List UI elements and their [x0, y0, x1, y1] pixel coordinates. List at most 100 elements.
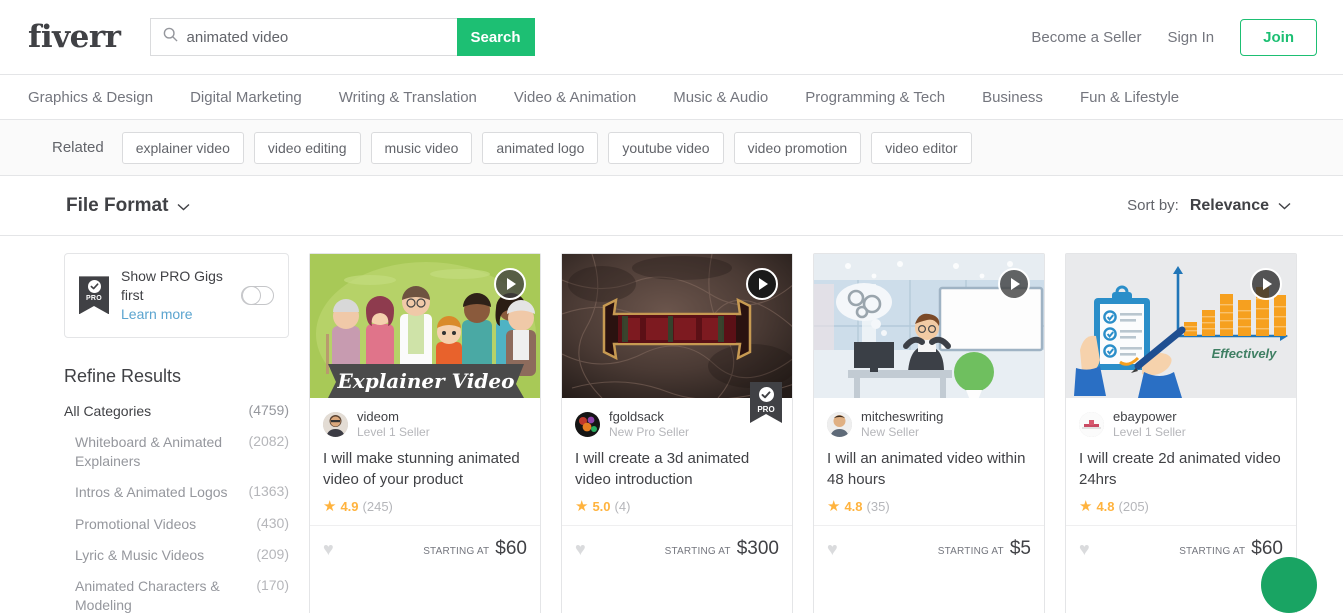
check-circle-icon	[88, 280, 101, 293]
become-a-seller-link[interactable]: Become a Seller	[1031, 29, 1141, 46]
search-button[interactable]: Search	[457, 18, 535, 56]
nav-digital-marketing[interactable]: Digital Marketing	[190, 89, 302, 106]
nav-video-animation[interactable]: Video & Animation	[514, 89, 636, 106]
show-pro-gigs-toggle[interactable]	[241, 286, 274, 305]
seller-level: Level 1 Seller	[1113, 425, 1186, 440]
learn-more-link[interactable]: Learn more	[121, 305, 229, 324]
gig-thumbnail[interactable]	[814, 254, 1044, 398]
gig-title[interactable]: I will create a 3d animated video introd…	[575, 449, 779, 490]
nav-writing-translation[interactable]: Writing & Translation	[339, 89, 477, 106]
play-icon[interactable]	[494, 268, 526, 300]
nav-fun-lifestyle[interactable]: Fun & Lifestyle	[1080, 89, 1179, 106]
thumb-caption: Effectively	[1212, 346, 1278, 361]
gig-card-body: mitcheswriting New Seller I will an anim…	[814, 398, 1044, 525]
seller-info[interactable]: mitcheswriting New Seller	[827, 409, 1031, 440]
category-name: Promotional Videos	[75, 515, 196, 533]
gig-results-grid: Explainer Video videom Level 1 Seller I …	[289, 253, 1297, 613]
category-name: Intros & Animated Logos	[75, 483, 228, 501]
rating-count: (35)	[867, 499, 890, 514]
pro-badge-icon: PRO	[79, 276, 109, 314]
play-icon[interactable]	[746, 268, 778, 300]
category-count: (2082)	[249, 433, 289, 449]
sidebar-item-animated-characters-modeling[interactable]: Animated Characters & Modeling (170)	[64, 577, 289, 613]
sidebar-item-all-categories[interactable]: All Categories (4759)	[64, 402, 289, 420]
sidebar-item-promotional-videos[interactable]: Promotional Videos (430)	[64, 515, 289, 533]
play-icon[interactable]	[1250, 268, 1282, 300]
price-block: STARTING AT $60	[1179, 538, 1283, 560]
join-button[interactable]: Join	[1240, 19, 1317, 56]
related-chip-video-promotion[interactable]: video promotion	[734, 132, 862, 164]
pro-badge-label: PRO	[757, 405, 774, 414]
gig-price: $60	[495, 538, 527, 560]
help-fab-button[interactable]	[1261, 557, 1317, 613]
sidebar-item-whiteboard-animated-explainers[interactable]: Whiteboard & Animated Explainers (2082)	[64, 433, 289, 470]
price-block: STARTING AT $5	[938, 538, 1031, 560]
related-chip-video-editing[interactable]: video editing	[254, 132, 361, 164]
heart-icon[interactable]: ♥	[575, 540, 586, 558]
rating-value: 4.8	[1096, 499, 1114, 514]
file-format-label: File Format	[66, 195, 168, 217]
fiverr-logo[interactable]: fiverr	[28, 19, 121, 55]
gig-card[interactable]: mitcheswriting New Seller I will an anim…	[813, 253, 1045, 613]
related-chip-music-video[interactable]: music video	[371, 132, 473, 164]
refine-results-heading: Refine Results	[64, 366, 289, 387]
gig-thumbnail[interactable]: Effectively	[1066, 254, 1296, 398]
play-icon[interactable]	[998, 268, 1030, 300]
search-icon	[163, 27, 178, 47]
nav-music-audio[interactable]: Music & Audio	[673, 89, 768, 106]
gig-card-footer: ♥ STARTING AT $300	[562, 525, 792, 571]
related-label: Related	[52, 139, 104, 156]
category-name: Lyric & Music Videos	[75, 546, 204, 564]
seller-meta: mitcheswriting New Seller	[861, 409, 943, 440]
rating-count: (4)	[615, 499, 631, 514]
gig-card[interactable]: Effectively	[1065, 253, 1297, 613]
nav-graphics-design[interactable]: Graphics & Design	[28, 89, 153, 106]
gig-card-body: videom Level 1 Seller I will make stunni…	[310, 398, 540, 525]
nav-programming-tech[interactable]: Programming & Tech	[805, 89, 945, 106]
seller-info[interactable]: ebaypower Level 1 Seller	[1079, 409, 1283, 440]
sort-by-label: Sort by:	[1127, 197, 1179, 214]
search-bar: Search	[150, 18, 535, 56]
check-circle-icon	[759, 387, 774, 402]
gig-title[interactable]: I will an animated video within 48 hours	[827, 449, 1031, 490]
heart-icon[interactable]: ♥	[323, 540, 334, 558]
heart-icon[interactable]: ♥	[827, 540, 838, 558]
gig-thumbnail[interactable]: Explainer Video	[310, 254, 540, 398]
sort-by-select[interactable]: Relevance	[1190, 197, 1291, 215]
rating-value: 4.9	[340, 499, 358, 514]
related-chip-video-editor[interactable]: video editor	[871, 132, 971, 164]
seller-info[interactable]: videom Level 1 Seller	[323, 409, 527, 440]
sidebar-item-lyric-music-videos[interactable]: Lyric & Music Videos (209)	[64, 546, 289, 564]
gig-title[interactable]: I will create 2d animated video 24hrs	[1079, 449, 1283, 490]
search-input[interactable]	[187, 29, 449, 46]
starting-at-label: STARTING AT	[1179, 546, 1245, 557]
related-chip-youtube-video[interactable]: youtube video	[608, 132, 723, 164]
heart-icon[interactable]: ♥	[1079, 540, 1090, 558]
gig-thumbnail[interactable]	[562, 254, 792, 398]
seller-level: New Pro Seller	[609, 425, 689, 440]
category-count: (170)	[256, 577, 289, 593]
chevron-down-icon	[1278, 197, 1291, 215]
file-format-filter[interactable]: File Format	[66, 195, 190, 217]
avatar	[827, 412, 852, 437]
nav-business[interactable]: Business	[982, 89, 1043, 106]
gig-title[interactable]: I will make stunning animated video of y…	[323, 449, 527, 490]
seller-info[interactable]: fgoldsack New Pro Seller	[575, 409, 779, 440]
sort-by: Sort by: Relevance	[1127, 197, 1291, 215]
star-icon: ★	[575, 499, 588, 514]
gig-card-footer: ♥ STARTING AT $5	[814, 525, 1044, 571]
gig-price: $5	[1010, 538, 1031, 560]
sort-by-value: Relevance	[1190, 197, 1269, 215]
related-chip-animated-logo[interactable]: animated logo	[482, 132, 598, 164]
avatar	[1079, 412, 1104, 437]
gig-card[interactable]: PRO fgoldsack New Pro Seller I will crea…	[561, 253, 793, 613]
header-actions: Become a Seller Sign In Join	[1005, 19, 1317, 56]
related-chip-explainer-video[interactable]: explainer video	[122, 132, 244, 164]
sidebar-item-intros-animated-logos[interactable]: Intros & Animated Logos (1363)	[64, 483, 289, 501]
gig-card-footer: ♥ STARTING AT $60	[1066, 525, 1296, 571]
search-box[interactable]	[150, 18, 457, 56]
star-icon: ★	[1079, 499, 1092, 514]
sign-in-link[interactable]: Sign In	[1167, 29, 1214, 46]
seller-name: videom	[357, 409, 430, 425]
gig-card[interactable]: Explainer Video videom Level 1 Seller I …	[309, 253, 541, 613]
